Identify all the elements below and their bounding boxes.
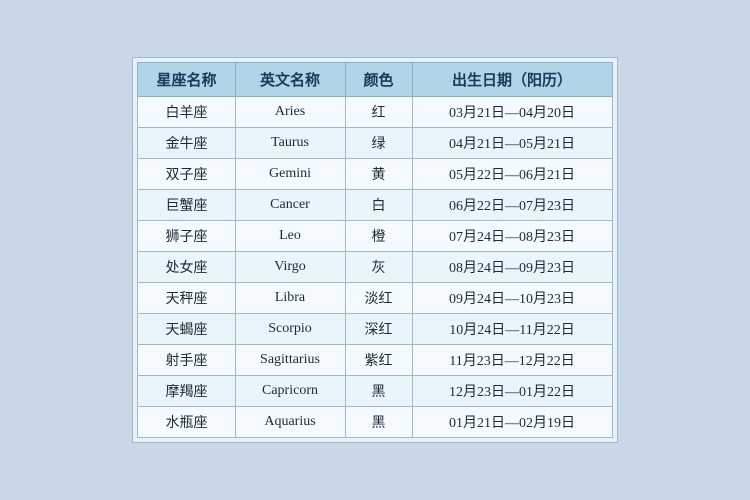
cell-date: 10月24日—11月22日 [412, 314, 612, 345]
cell-chinese: 水瓶座 [138, 407, 235, 438]
cell-color: 深红 [345, 314, 412, 345]
cell-color: 黑 [345, 407, 412, 438]
cell-chinese: 狮子座 [138, 221, 235, 252]
cell-chinese: 天蝎座 [138, 314, 235, 345]
cell-date: 07月24日—08月23日 [412, 221, 612, 252]
header-color: 颜色 [345, 63, 412, 97]
table-row: 狮子座Leo橙07月24日—08月23日 [138, 221, 612, 252]
table-body: 白羊座Aries红03月21日—04月20日金牛座Taurus绿04月21日—0… [138, 97, 612, 438]
cell-chinese: 摩羯座 [138, 376, 235, 407]
table-header-row: 星座名称 英文名称 颜色 出生日期（阳历） [138, 63, 612, 97]
table-row: 巨蟹座Cancer白06月22日—07月23日 [138, 190, 612, 221]
cell-english: Taurus [235, 128, 345, 159]
cell-english: Virgo [235, 252, 345, 283]
cell-english: Libra [235, 283, 345, 314]
cell-date: 06月22日—07月23日 [412, 190, 612, 221]
cell-color: 白 [345, 190, 412, 221]
table-row: 摩羯座Capricorn黑12月23日—01月22日 [138, 376, 612, 407]
table-row: 射手座Sagittarius紫红11月23日—12月22日 [138, 345, 612, 376]
cell-color: 淡红 [345, 283, 412, 314]
cell-chinese: 巨蟹座 [138, 190, 235, 221]
cell-english: Gemini [235, 159, 345, 190]
cell-english: Aquarius [235, 407, 345, 438]
cell-english: Sagittarius [235, 345, 345, 376]
table-row: 金牛座Taurus绿04月21日—05月21日 [138, 128, 612, 159]
cell-english: Leo [235, 221, 345, 252]
zodiac-table: 星座名称 英文名称 颜色 出生日期（阳历） 白羊座Aries红03月21日—04… [137, 62, 612, 438]
header-chinese: 星座名称 [138, 63, 235, 97]
table-row: 处女座Virgo灰08月24日—09月23日 [138, 252, 612, 283]
cell-date: 04月21日—05月21日 [412, 128, 612, 159]
header-date: 出生日期（阳历） [412, 63, 612, 97]
table-row: 天蝎座Scorpio深红10月24日—11月22日 [138, 314, 612, 345]
cell-color: 灰 [345, 252, 412, 283]
cell-color: 黄 [345, 159, 412, 190]
cell-chinese: 处女座 [138, 252, 235, 283]
cell-color: 黑 [345, 376, 412, 407]
cell-chinese: 射手座 [138, 345, 235, 376]
zodiac-table-container: 星座名称 英文名称 颜色 出生日期（阳历） 白羊座Aries红03月21日—04… [132, 57, 617, 443]
cell-date: 05月22日—06月21日 [412, 159, 612, 190]
table-row: 天秤座Libra淡红09月24日—10月23日 [138, 283, 612, 314]
cell-chinese: 双子座 [138, 159, 235, 190]
cell-english: Aries [235, 97, 345, 128]
cell-date: 12月23日—01月22日 [412, 376, 612, 407]
table-row: 白羊座Aries红03月21日—04月20日 [138, 97, 612, 128]
cell-chinese: 天秤座 [138, 283, 235, 314]
cell-chinese: 白羊座 [138, 97, 235, 128]
cell-chinese: 金牛座 [138, 128, 235, 159]
cell-english: Cancer [235, 190, 345, 221]
cell-english: Capricorn [235, 376, 345, 407]
cell-date: 01月21日—02月19日 [412, 407, 612, 438]
cell-color: 绿 [345, 128, 412, 159]
cell-date: 11月23日—12月22日 [412, 345, 612, 376]
cell-english: Scorpio [235, 314, 345, 345]
cell-color: 橙 [345, 221, 412, 252]
table-row: 双子座Gemini黄05月22日—06月21日 [138, 159, 612, 190]
cell-date: 08月24日—09月23日 [412, 252, 612, 283]
table-row: 水瓶座Aquarius黑01月21日—02月19日 [138, 407, 612, 438]
cell-date: 09月24日—10月23日 [412, 283, 612, 314]
cell-color: 红 [345, 97, 412, 128]
cell-color: 紫红 [345, 345, 412, 376]
cell-date: 03月21日—04月20日 [412, 97, 612, 128]
header-english: 英文名称 [235, 63, 345, 97]
